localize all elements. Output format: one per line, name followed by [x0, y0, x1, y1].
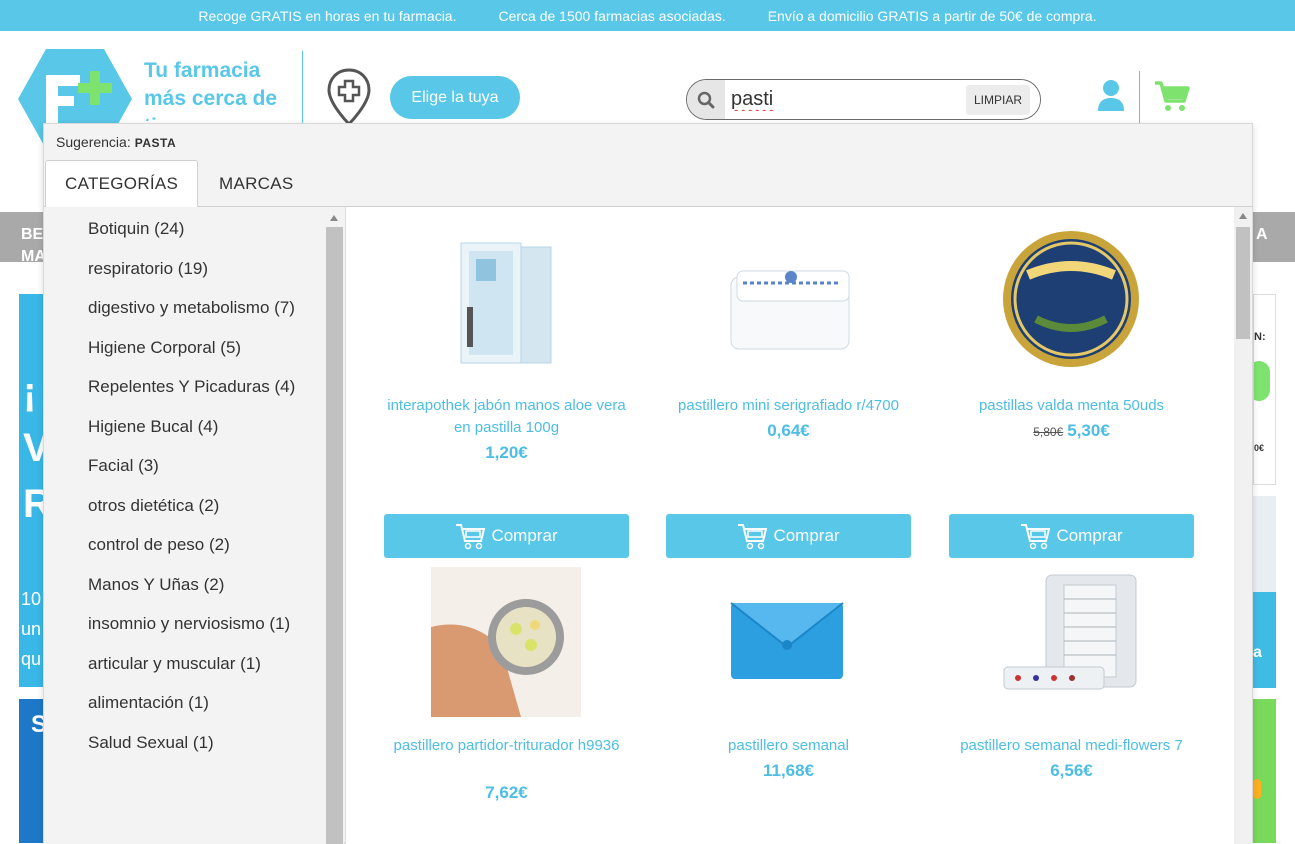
promo-banner-right-3[interactable]	[1253, 699, 1276, 843]
cart-icon	[456, 524, 486, 550]
promo-banner-left-2[interactable]: S	[19, 699, 43, 843]
cart-icon[interactable]	[1154, 79, 1190, 113]
header-divider-right	[1139, 71, 1140, 123]
category-item[interactable]: Repelentes Y Picaduras (4)	[88, 373, 318, 400]
scroll-up-arrow-icon[interactable]	[330, 215, 338, 221]
category-panel: Botiquin (24) respiratorio (19) digestiv…	[44, 207, 344, 844]
product-price: 0,64€	[666, 421, 911, 441]
product-price-value: 7,62€	[485, 783, 528, 802]
product-name[interactable]: pastillas valda menta 50uds	[949, 395, 1194, 417]
category-item[interactable]: Facial (3)	[88, 452, 318, 479]
promo-bar: Recoge GRATIS en horas en tu farmacia. C…	[0, 0, 1295, 31]
banner-left-subtext: 10 un qu	[21, 589, 42, 669]
buy-button[interactable]: Comprar	[666, 514, 911, 558]
product-image-valda-tin[interactable]	[996, 227, 1146, 377]
product-image-soap[interactable]	[431, 227, 581, 377]
category-item[interactable]: insomnio y nerviosismo (1)	[88, 610, 318, 637]
buy-button[interactable]: Comprar	[949, 514, 1194, 558]
promo-item-pickup: Recoge GRATIS en horas en tu farmacia.	[198, 7, 457, 24]
product-panel: interapothek jabón manos aloe vera en pa…	[345, 207, 1252, 844]
category-item[interactable]: alimentación (1)	[88, 689, 318, 716]
choose-pharmacy-button[interactable]: Elige la tuya	[390, 76, 520, 119]
promo-item-shipping: Envío a domicilio GRATIS a partir de 50€…	[767, 7, 1097, 24]
banner-right2-band: a	[1253, 592, 1276, 688]
buy-button[interactable]: Comprar	[384, 514, 629, 558]
search-suggestions-dropdown: Sugerencia: PASTA CATEGORÍAS MARCAS Botiq…	[43, 123, 1253, 844]
product-price: 1,20€	[384, 443, 629, 463]
tab-brands[interactable]: MARCAS	[200, 160, 313, 207]
category-item[interactable]: Higiene Corporal (5)	[88, 334, 318, 361]
banner-right-text: N:	[1254, 331, 1266, 343]
promo-banner-right-2[interactable]: a	[1253, 496, 1276, 688]
product-image-pillbox-mini[interactable]	[713, 227, 863, 377]
search-bar: LIMPIAR	[686, 79, 1041, 120]
category-item[interactable]: otros dietética (2)	[88, 492, 318, 519]
promo-item-pharmacies: Cerca de 1500 farmacias asociadas.	[498, 7, 726, 24]
product-price-value: 5,30€	[1067, 421, 1110, 440]
promo-banner-right[interactable]: N: 0€	[1253, 294, 1276, 485]
category-scrollbar[interactable]	[326, 211, 343, 844]
product-name[interactable]: interapothek jabón manos aloe vera en pa…	[384, 395, 629, 439]
category-item[interactable]: Botiquin (24)	[88, 215, 318, 242]
category-item[interactable]: control de peso (2)	[88, 531, 318, 558]
banner-right-button[interactable]	[1254, 361, 1270, 401]
product-name[interactable]: pastillero semanal medi-flowers 7	[949, 735, 1194, 757]
product-scrollbar-thumb[interactable]	[1236, 227, 1250, 339]
product-name[interactable]: pastillero mini serigrafiado r/4700	[666, 395, 911, 417]
product-price-value: 6,56€	[1050, 761, 1093, 780]
product-scrollbar[interactable]	[1234, 207, 1252, 844]
banner-right-subtext: 0€	[1254, 443, 1265, 453]
buy-button-label: Comprar	[491, 526, 558, 545]
scroll-up-arrow-icon[interactable]	[1239, 213, 1247, 219]
banner-left-text: ¡ V R	[23, 370, 43, 526]
search-icon	[697, 91, 715, 108]
product-name[interactable]: pastillero partidor-triturador h9936	[384, 735, 629, 757]
category-item[interactable]: Higiene Bucal (4)	[88, 413, 318, 440]
cart-icon	[1021, 524, 1051, 550]
product-image-weekly-pillbox[interactable]	[713, 567, 863, 717]
product-price-value: 1,20€	[485, 443, 528, 462]
header-divider	[302, 51, 303, 123]
category-item[interactable]: respiratorio (19)	[88, 255, 318, 282]
product-image-pill-splitter[interactable]	[431, 567, 581, 717]
product-old-price: 5,80€	[1033, 425, 1064, 439]
dropdown-tabs: CATEGORÍAS MARCAS	[44, 160, 1252, 208]
category-item[interactable]: digestivo y metabolismo (7)	[88, 294, 318, 321]
product-price: 11,68€	[666, 761, 911, 781]
tab-categories[interactable]: CATEGORÍAS	[45, 160, 199, 208]
banner-right3-accent	[1253, 779, 1261, 799]
banner-left2-text: S	[31, 711, 43, 738]
suggestion-value[interactable]: PASTA	[135, 136, 176, 150]
category-item[interactable]: articular y muscular (1)	[88, 650, 318, 677]
product-price: 7,62€	[384, 783, 629, 803]
suggestion-label: Sugerencia:	[56, 134, 131, 150]
category-scrollbar-thumb[interactable]	[326, 227, 343, 844]
product-price: 5,80€ 5,30€	[949, 421, 1194, 441]
tagline: Tu farmacia más cerca de ti	[144, 59, 278, 121]
category-item[interactable]: Salud Sexual (1)	[88, 729, 318, 756]
product-name[interactable]: pastillero semanal	[666, 735, 911, 757]
product-price-value: 0,64€	[767, 421, 810, 440]
category-item[interactable]: Manos Y Uñas (2)	[88, 571, 318, 598]
strip-text-right: A	[1256, 226, 1268, 243]
location-pin-icon[interactable]	[326, 68, 372, 126]
buy-button-label: Comprar	[773, 526, 840, 545]
product-price-value: 11,68€	[762, 761, 815, 780]
search-icon-box[interactable]	[687, 80, 725, 119]
banner-right2-text: a	[1253, 644, 1262, 661]
cart-icon	[738, 524, 768, 550]
clear-search-button[interactable]: LIMPIAR	[965, 85, 1030, 115]
user-icon[interactable]	[1096, 79, 1126, 113]
promo-banner-left[interactable]: ¡ V R 10 un qu	[19, 294, 43, 687]
suggestion-row[interactable]: Sugerencia: PASTA	[56, 134, 176, 150]
category-list: Botiquin (24) respiratorio (19) digestiv…	[88, 215, 318, 768]
product-image-medi-flowers-pillbox[interactable]	[996, 567, 1146, 717]
buy-button-label: Comprar	[1056, 526, 1123, 545]
product-price: 6,56€	[949, 761, 1194, 781]
